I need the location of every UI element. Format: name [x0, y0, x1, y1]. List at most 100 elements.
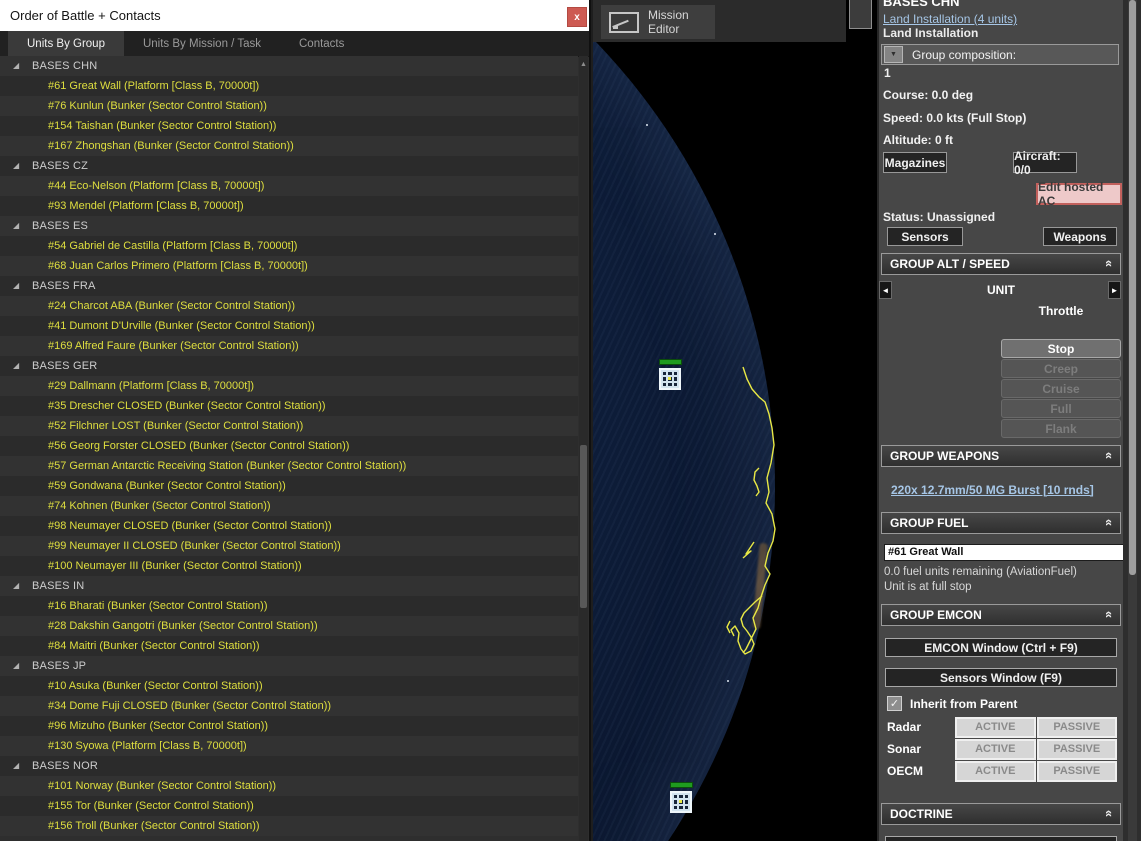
collapse-chevron-icon[interactable]: « [1102, 260, 1117, 267]
section-header-group-emcon[interactable]: GROUP EMCON « [881, 604, 1121, 626]
sonar-passive-button[interactable]: PASSIVE [1036, 738, 1117, 760]
fuel-unit-select[interactable] [884, 543, 1123, 561]
expand-icon[interactable]: ◢ [13, 222, 26, 230]
tree-item[interactable]: #35 Drescher CLOSED (Bunker (Sector Cont… [0, 396, 578, 416]
tree-group-bases-ger[interactable]: ◢ BASES GER [0, 356, 578, 376]
expand-icon[interactable]: ◢ [13, 282, 26, 290]
section-header-alt-speed[interactable]: GROUP ALT / SPEED « [881, 253, 1121, 275]
tree-item[interactable]: #93 Mendel (Platform [Class B, 70000t]) [0, 196, 578, 216]
section-header-group-fuel[interactable]: GROUP FUEL « [881, 512, 1121, 534]
throttle-cruise-button[interactable]: Cruise [1001, 379, 1121, 398]
tree-item[interactable]: #44 Eco-Nelson (Platform [Class B, 70000… [0, 176, 578, 196]
section-title: GROUP ALT / SPEED [890, 257, 1010, 271]
toolbar-placeholder-box[interactable] [849, 0, 872, 29]
radar-passive-button[interactable]: PASSIVE [1036, 716, 1117, 738]
tree-item[interactable]: #61 Great Wall (Platform [Class B, 70000… [0, 76, 578, 96]
expand-icon[interactable]: ◢ [13, 582, 26, 590]
tree-item[interactable]: #99 Neumayer II CLOSED (Bunker (Sector C… [0, 536, 578, 556]
unit-type-link[interactable]: Land Installation (4 units) [883, 12, 1017, 26]
tree-group-bases-nor[interactable]: ◢ BASES NOR [0, 756, 578, 776]
tree-item[interactable]: #34 Dome Fuji CLOSED (Bunker (Sector Con… [0, 696, 578, 716]
tree-item[interactable]: #76 Kunlun (Bunker (Sector Control Stati… [0, 96, 578, 116]
edit-hosted-ac-button[interactable]: Edit hosted AC [1036, 180, 1122, 208]
expand-icon[interactable]: ◢ [13, 362, 26, 370]
tree-item[interactable]: #156 Troll (Bunker (Sector Control Stati… [0, 816, 578, 836]
scroll-up-icon[interactable]: ▲ [579, 56, 588, 68]
tree-group-bases-chn[interactable]: ◢ BASES CHN [0, 56, 578, 76]
throttle-creep-button[interactable]: Creep [1001, 359, 1121, 378]
tree-item[interactable]: #96 Mizuho (Bunker (Sector Control Stati… [0, 716, 578, 736]
collapse-chevron-icon[interactable]: « [1102, 810, 1117, 817]
throttle-flank-button[interactable]: Flank [1001, 419, 1121, 438]
oecm-passive-button[interactable]: PASSIVE [1036, 760, 1117, 782]
close-button[interactable]: x [567, 7, 587, 27]
radar-active-button[interactable]: ACTIVE [955, 716, 1036, 738]
doctrine-window-button[interactable]: Doctrine Window (Ctrl + F9) [885, 836, 1117, 841]
emcon-window-button[interactable]: EMCON Window (Ctrl + F9) [885, 638, 1117, 657]
window-titlebar[interactable]: Order of Battle + Contacts x [0, 0, 589, 31]
group-composition-bar[interactable]: ▼ Group composition: [881, 44, 1119, 65]
tree-item[interactable]: #154 Taishan (Bunker (Sector Control Sta… [0, 116, 578, 136]
expand-icon[interactable]: ◢ [13, 662, 26, 670]
tab-bar: Units By Group Units By Mission / Task Con… [0, 31, 589, 57]
tree-item[interactable]: #52 Filchner LOST (Bunker (Sector Contro… [0, 416, 578, 436]
magazines-button[interactable]: Magazines [883, 152, 947, 173]
tree-item[interactable]: #57 German Antarctic Receiving Station (… [0, 456, 578, 476]
throttle-full-button[interactable]: Full [1001, 399, 1121, 418]
tree-item[interactable]: #100 Neumayer III (Bunker (Sector Contro… [0, 556, 578, 576]
collapse-chevron-icon[interactable]: « [1102, 519, 1117, 526]
tree-item[interactable]: #16 Bharati (Bunker (Sector Control Stat… [0, 596, 578, 616]
tree-item[interactable]: #24 Charcot ABA (Bunker (Sector Control … [0, 296, 578, 316]
tree-group-bases-in[interactable]: ◢ BASES IN [0, 576, 578, 596]
tree-item[interactable]: #74 Kohnen (Bunker (Sector Control Stati… [0, 496, 578, 516]
altitude-value: Altitude: 0 ft [883, 133, 953, 147]
tree-item[interactable]: #68 Juan Carlos Primero (Platform [Class… [0, 256, 578, 276]
land-installation-symbol-1[interactable] [659, 359, 682, 390]
weapon-mount-link[interactable]: 220x 12.7mm/50 MG Burst [10 rnds] [891, 483, 1094, 497]
expand-icon[interactable]: ◢ [13, 62, 26, 70]
collapse-chevron-icon[interactable]: « [1102, 452, 1117, 459]
tree-item[interactable]: #56 Georg Forster CLOSED (Bunker (Sector… [0, 436, 578, 456]
tree-item[interactable]: #167 Zhongshan (Bunker (Sector Control S… [0, 136, 578, 156]
tree-group-bases-fra[interactable]: ◢ BASES FRA [0, 276, 578, 296]
throttle-stop-button[interactable]: Stop [1001, 339, 1121, 358]
tree-item[interactable]: #28 Dakshin Gangotri (Bunker (Sector Con… [0, 616, 578, 636]
sonar-active-button[interactable]: ACTIVE [955, 738, 1036, 760]
expand-icon[interactable]: ◢ [13, 762, 26, 770]
tree-item[interactable]: #130 Syowa (Platform [Class B, 70000t]) [0, 736, 578, 756]
tree-scrollbar-thumb[interactable] [580, 445, 587, 608]
tree-scrollbar[interactable]: ▲ [579, 56, 588, 841]
tree-group-bases-es[interactable]: ◢ BASES ES [0, 216, 578, 236]
tree-item[interactable]: #41 Dumont D'Urville (Bunker (Sector Con… [0, 316, 578, 336]
section-header-group-weapons[interactable]: GROUP WEAPONS « [881, 445, 1121, 467]
tree-item[interactable]: #98 Neumayer CLOSED (Bunker (Sector Cont… [0, 516, 578, 536]
collapse-chevron-icon[interactable]: « [1102, 611, 1117, 618]
tree-item[interactable]: #10 Asuka (Bunker (Sector Control Statio… [0, 676, 578, 696]
chevron-down-icon[interactable]: ▼ [884, 46, 903, 63]
sensors-button[interactable]: Sensors [887, 227, 963, 246]
map-view[interactable]: Mission Editor [593, 0, 877, 841]
tree-group-bases-cz[interactable]: ◢ BASES CZ [0, 156, 578, 176]
tree-item[interactable]: #169 Alfred Faure (Bunker (Sector Contro… [0, 336, 578, 356]
tree-item[interactable]: #155 Tor (Bunker (Sector Control Station… [0, 796, 578, 816]
oecm-active-button[interactable]: ACTIVE [955, 760, 1036, 782]
tree-item[interactable]: #101 Norway (Bunker (Sector Control Stat… [0, 776, 578, 796]
section-header-doctrine[interactable]: DOCTRINE « [881, 803, 1121, 825]
panel-scrollbar-thumb[interactable] [1129, 0, 1136, 575]
weapons-button[interactable]: Weapons [1043, 227, 1117, 246]
mission-editor-button[interactable]: Mission Editor [601, 5, 715, 39]
tab-units-by-group[interactable]: Units By Group [8, 31, 124, 56]
tab-contacts[interactable]: Contacts [280, 31, 363, 56]
inherit-checkbox[interactable]: ✓ [887, 696, 902, 711]
tree-item[interactable]: #54 Gabriel de Castilla (Platform [Class… [0, 236, 578, 256]
tree-item[interactable]: #29 Dallmann (Platform [Class B, 70000t]… [0, 376, 578, 396]
expand-icon[interactable]: ◢ [13, 162, 26, 170]
tree-group-bases-jp[interactable]: ◢ BASES JP [0, 656, 578, 676]
tree-item[interactable]: #84 Maitri (Bunker (Sector Control Stati… [0, 636, 578, 656]
sensors-window-button[interactable]: Sensors Window (F9) [885, 668, 1117, 687]
panel-scrollbar[interactable] [1128, 0, 1137, 841]
tree-item[interactable]: #59 Gondwana (Bunker (Sector Control Sta… [0, 476, 578, 496]
tab-units-by-mission-task[interactable]: Units By Mission / Task [124, 31, 280, 56]
land-installation-symbol-2[interactable] [670, 782, 693, 813]
aircraft-button[interactable]: Aircraft: 0/0 [1013, 149, 1077, 177]
